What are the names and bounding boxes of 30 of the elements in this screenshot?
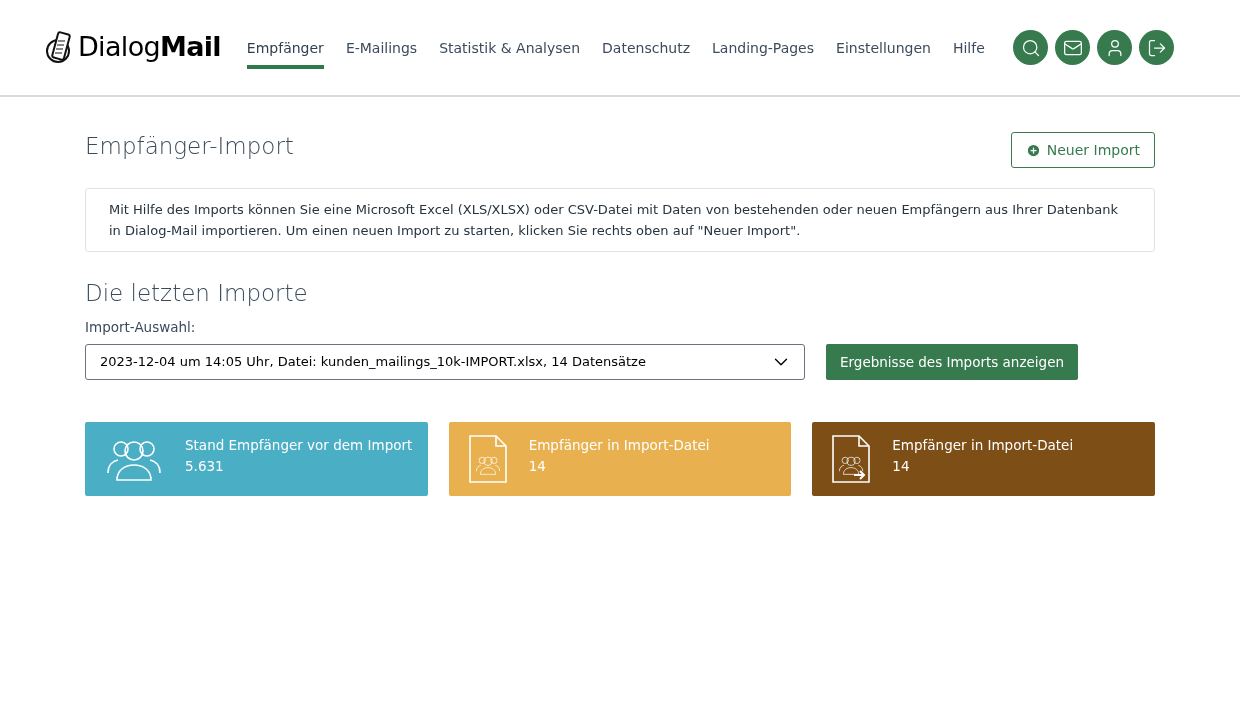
search-icon <box>1020 37 1041 58</box>
card-value: 5.631 <box>185 456 225 476</box>
new-import-button[interactable]: Neuer Import <box>1010 132 1155 168</box>
nav-link[interactable]: Einstellungen <box>836 26 931 69</box>
card-label: Stand Empfänger vor dem Import <box>185 435 413 455</box>
nav-link[interactable]: Hilfe <box>952 26 985 69</box>
card-label: Empfänger in Import-Datei <box>892 435 1074 455</box>
import-select[interactable]: 2023-12-04 um 14:05 Uhr, Datei: kunden_mailings_10k-IMPORT.xlsx, 14 Datensätze <box>85 343 805 380</box>
card-label: Empfänger in Import-Datei <box>528 435 710 455</box>
field-label: Import-Auswahl: <box>85 317 197 337</box>
nav-link[interactable]: Datenschutz <box>602 26 690 69</box>
file-arrow-icon <box>832 434 871 483</box>
nav-link[interactable]: E-Mailings <box>345 26 418 69</box>
nav-link[interactable]: Landing-Pages <box>712 26 815 69</box>
mail-button[interactable] <box>1055 30 1090 65</box>
show-results-button[interactable]: Ergebnisse des Imports anzeigen <box>826 343 1078 380</box>
nav-link[interactable]: Statistik & Analysen <box>439 26 581 69</box>
info-text: Mit Hilfe des Imports können Sie eine Microsoft Excel (XLS/XLSX) oder CSV-Datei mit Daten von bestehenden oder neuen Empfängern aus Ihrer Datenbank in Dialog-Mail importieren. Um einen neuen Import zu starten, klicken Sie rechts oben auf "Neuer Import". <box>85 188 1155 252</box>
card-value: 14 <box>528 456 547 476</box>
logo-text: DialogMail <box>78 30 221 65</box>
user-button[interactable] <box>1097 30 1132 65</box>
logout-icon <box>1146 37 1167 58</box>
logout-button[interactable] <box>1139 30 1174 65</box>
nav-link[interactable]: Empfänger <box>246 26 324 69</box>
card-value: 14 <box>892 456 911 476</box>
file-people-icon <box>468 434 507 483</box>
plus-circle-icon <box>1025 142 1041 158</box>
page-title: Empfänger-Import <box>85 132 294 161</box>
section-title: Die letzten Importe <box>85 279 309 308</box>
search-button[interactable] <box>1013 30 1048 65</box>
